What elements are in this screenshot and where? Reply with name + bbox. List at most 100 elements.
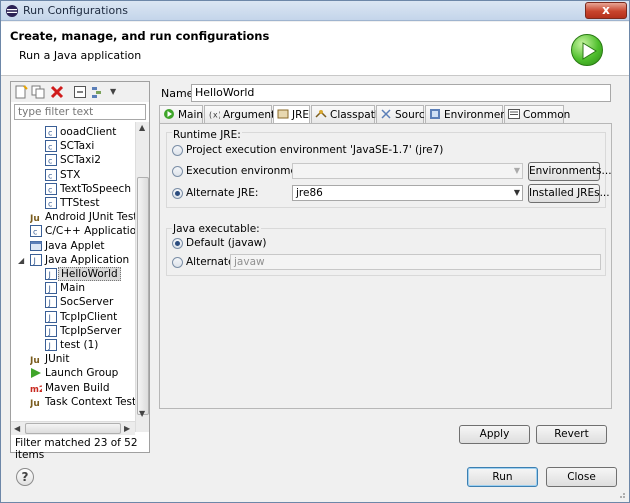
scroll-thumb[interactable]: [137, 177, 149, 415]
tree-vertical-scrollbar[interactable]: ▲ ▼: [135, 122, 149, 432]
c-app-icon: c: [45, 168, 57, 181]
svg-text:J: J: [48, 271, 51, 280]
alternate-jre-select[interactable]: jre86 ▼: [292, 185, 523, 201]
svg-text:J: J: [48, 327, 51, 336]
alternate-jre-radio[interactable]: [172, 188, 183, 199]
config-tabs: Main(x)Arguments JRE ClasspathSource Enviro…: [159, 105, 611, 124]
header-subtitle: Run a Java application: [19, 49, 142, 62]
classpath-icon: [315, 108, 327, 120]
svg-text:Ju: Ju: [30, 356, 40, 365]
svg-text:c: c: [48, 200, 52, 209]
c-app-icon: c: [45, 182, 57, 195]
tree-item-label: C/C++ Application: [45, 225, 135, 238]
project-env-radio[interactable]: [172, 145, 183, 156]
revert-button[interactable]: Revert: [536, 425, 607, 444]
collapse-all-icon[interactable]: [73, 85, 87, 99]
tree-item-label: TcpIpClient: [60, 310, 118, 323]
c-app-icon: c: [30, 225, 42, 238]
tab-label: JRE: [292, 109, 310, 121]
resize-grip-icon[interactable]: [616, 489, 626, 499]
environment-icon: [429, 108, 441, 120]
run-circle-icon: [571, 34, 603, 66]
filter-icon[interactable]: [91, 85, 105, 99]
tab-main[interactable]: Main: [159, 105, 203, 123]
filter-input[interactable]: [14, 104, 146, 120]
java-app-icon: J: [45, 282, 57, 295]
header-title: Create, manage, and run configurations: [10, 29, 270, 43]
java-app-icon: J: [30, 253, 42, 266]
new-config-icon[interactable]: [14, 85, 28, 99]
tree-item-label: TcpIpServer: [60, 324, 122, 337]
maven-icon: m2: [30, 382, 45, 395]
scroll-left-icon[interactable]: ◀: [14, 424, 20, 433]
svg-text:J: J: [48, 299, 51, 308]
tab-arguments[interactable]: (x)Arguments: [204, 105, 281, 123]
config-name-field[interactable]: HelloWorld: [191, 84, 611, 102]
scroll-up-icon[interactable]: ▲: [139, 123, 145, 132]
environments-button[interactable]: Environments...: [528, 162, 612, 181]
svg-text:m2: m2: [30, 385, 42, 394]
apply-button[interactable]: Apply: [459, 425, 530, 444]
tree-item-label: SCTaxi: [60, 140, 95, 153]
tab-label: Classpath: [330, 109, 382, 121]
tab-label: Environment: [444, 109, 512, 121]
tree-item-label: TextToSpeech: [60, 182, 131, 195]
project-env-label[interactable]: Project execution environment 'JavaSE-1.…: [186, 144, 443, 156]
close-button[interactable]: Close: [546, 467, 617, 487]
svg-text:c: c: [33, 228, 37, 237]
tree-item-label: Task Context Test: [45, 395, 135, 408]
tree-horizontal-scrollbar[interactable]: ◀ ▶: [11, 421, 135, 435]
tab-jre[interactable]: JRE: [273, 105, 310, 124]
tree-item-label: STX: [60, 168, 81, 181]
left-toolbar: ▼: [11, 82, 149, 102]
svg-text:J: J: [48, 313, 51, 322]
source-icon: [380, 108, 392, 120]
configuration-tree: c ooadClient c SCTaxi c SCTaxi2 c STX c TextToSpe…: [11, 122, 135, 432]
default-javaw-radio[interactable]: [172, 238, 183, 249]
exec-env-radio[interactable]: [172, 166, 183, 177]
filter-menu-chevron-icon[interactable]: ▼: [110, 87, 116, 96]
junit-icon: Ju: [29, 211, 42, 224]
tree-item-label: Maven Build: [45, 381, 110, 394]
tab-source[interactable]: Source: [376, 105, 431, 123]
arguments-icon: (x): [208, 108, 222, 120]
scroll-right-icon[interactable]: ▶: [124, 424, 130, 433]
svg-text:Ju: Ju: [30, 214, 40, 223]
expand-twisty-icon[interactable]: ◢: [18, 256, 24, 265]
svg-text:c: c: [48, 143, 52, 152]
alternate-jre-label[interactable]: Alternate JRE:: [186, 187, 258, 199]
svg-text:(x): (x): [208, 111, 220, 120]
tree-item-label: test (1): [60, 339, 99, 351]
launch-group-icon: [30, 367, 42, 379]
svg-text:c: c: [48, 157, 52, 166]
alternate-exec-label[interactable]: Alternate: [186, 256, 234, 268]
tree-item-label: Main: [60, 282, 86, 295]
exec-env-select[interactable]: ▼: [292, 163, 523, 179]
default-javaw-label[interactable]: Default (javaw): [186, 237, 266, 249]
common-icon: [508, 108, 520, 120]
hscroll-thumb[interactable]: [25, 423, 121, 434]
java-app-icon: J: [45, 296, 57, 309]
java-app-icon: J: [45, 310, 57, 323]
runtime-jre-title: Runtime JRE:: [172, 129, 242, 141]
alternate-exec-field[interactable]: javaw: [230, 254, 601, 270]
tree-item-label: JUnit: [45, 353, 70, 366]
tab-common[interactable]: Common: [504, 105, 570, 123]
tree-item-label: Android JUnit Test: [45, 211, 135, 224]
installed-jres-button[interactable]: Installed JREs...: [528, 184, 610, 203]
window-close-button[interactable]: x: [585, 2, 627, 19]
jre-tab-panel: Runtime JRE: Project execution environme…: [159, 123, 612, 409]
delete-icon[interactable]: [50, 85, 64, 99]
tab-environment[interactable]: Environment: [425, 105, 511, 123]
svg-text:Ju: Ju: [30, 399, 40, 408]
help-icon[interactable]: ?: [16, 468, 34, 486]
chevron-down-icon: ▼: [513, 166, 520, 175]
scroll-down-icon[interactable]: ▼: [139, 409, 145, 418]
tab-classpath[interactable]: Classpath: [311, 105, 382, 123]
alternate-exec-radio[interactable]: [172, 257, 183, 268]
duplicate-icon[interactable]: [31, 85, 45, 99]
java-executable-title: Java executable:: [172, 223, 261, 235]
jre-icon: [277, 108, 289, 120]
tree-item-label: Launch Group: [45, 367, 119, 380]
run-button[interactable]: Run: [467, 467, 538, 487]
